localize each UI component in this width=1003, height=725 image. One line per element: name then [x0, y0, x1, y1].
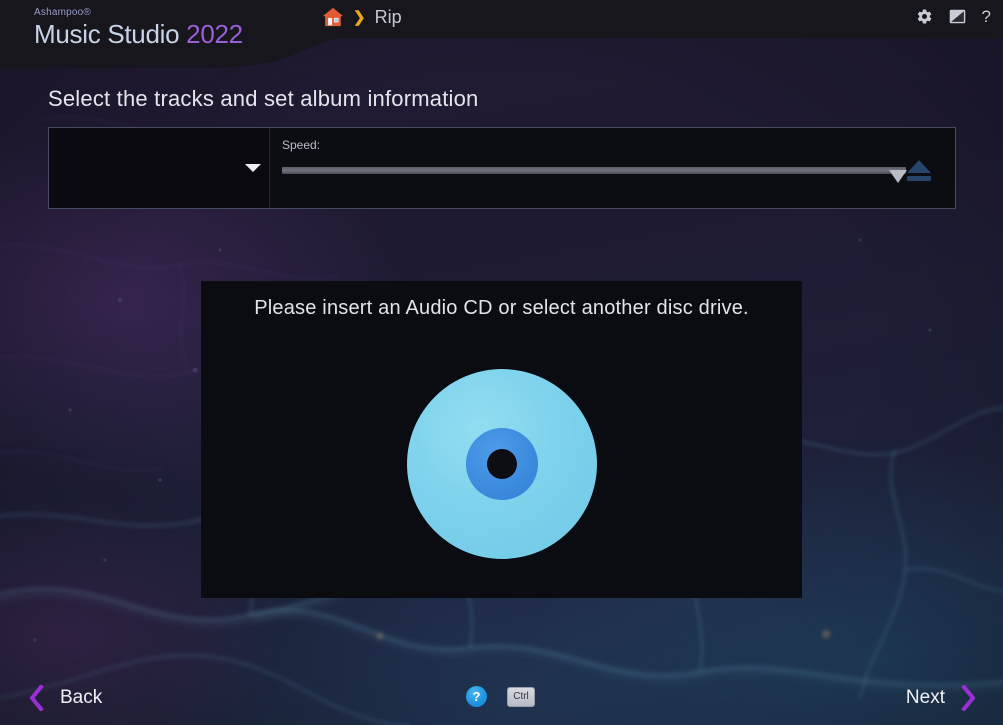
- chevron-left-icon: [29, 685, 44, 711]
- breadcrumb-current-page: Rip: [374, 6, 402, 27]
- product-name: Music Studio 2022: [34, 21, 243, 47]
- help-button[interactable]: ?: [466, 686, 487, 707]
- breadcrumb-separator-icon: ❯: [353, 8, 366, 26]
- theme-contrast-icon[interactable]: [949, 9, 966, 24]
- help-question-icon[interactable]: ?: [982, 8, 991, 25]
- header-tool-icons: ?: [916, 8, 991, 25]
- speed-label: Speed:: [282, 138, 321, 152]
- rip-toolbar: Speed:: [48, 127, 956, 209]
- footer-utility-buttons: ? Ctrl: [466, 686, 535, 707]
- next-button[interactable]: Next: [906, 685, 977, 711]
- back-button-label: Back: [60, 687, 103, 708]
- eject-button[interactable]: [903, 156, 935, 184]
- next-button-label: Next: [905, 687, 945, 708]
- back-button[interactable]: Back: [28, 685, 102, 711]
- settings-gear-icon[interactable]: [916, 8, 933, 25]
- audio-cd-icon: [406, 369, 597, 559]
- chevron-down-icon[interactable]: [245, 164, 261, 172]
- speed-slider[interactable]: [282, 164, 907, 183]
- insert-disc-message: Please insert an Audio CD or select anot…: [254, 297, 749, 319]
- speed-slider-track[interactable]: [282, 167, 906, 174]
- insert-disc-panel: Please insert an Audio CD or select anot…: [201, 281, 802, 598]
- breadcrumb: ❯ Rip: [322, 6, 402, 28]
- home-icon[interactable]: [322, 6, 344, 28]
- app-window: Ashampoo® Music Studio 2022 ❯ Rip ? Sele…: [0, 0, 1003, 725]
- disc-drive-select[interactable]: [49, 128, 270, 208]
- chevron-right-icon: [961, 685, 976, 711]
- app-logo: Ashampoo® Music Studio 2022: [34, 7, 243, 48]
- product-name-year: 2022: [186, 19, 243, 49]
- speed-control-area: Speed:: [270, 128, 955, 208]
- ctrl-shortcut-key[interactable]: Ctrl: [507, 686, 535, 707]
- audio-cd-center-hole: [486, 449, 517, 479]
- brand-name: Ashampoo®: [34, 7, 91, 18]
- page-title: Select the tracks and set album informat…: [48, 86, 479, 111]
- product-name-main: Music Studio: [34, 19, 187, 49]
